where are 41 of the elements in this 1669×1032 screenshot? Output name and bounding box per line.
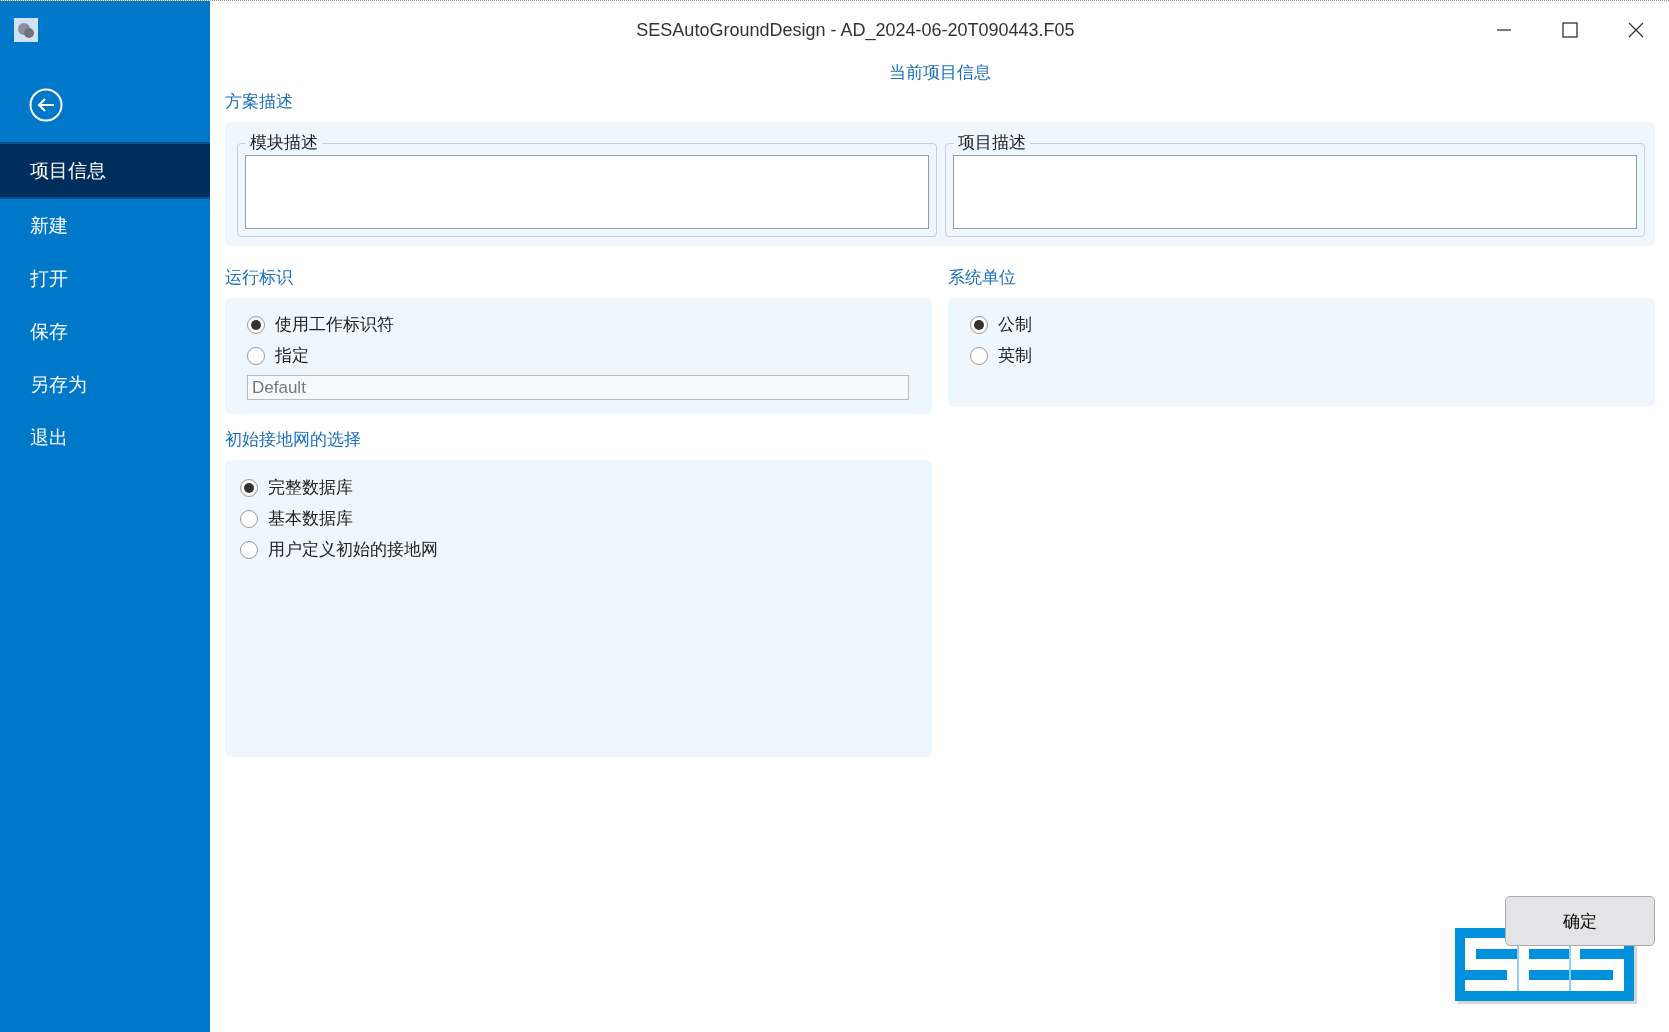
sidebar-item[interactable]: 项目信息: [0, 142, 210, 199]
radio-label: 完整数据库: [268, 477, 353, 499]
sidebar-item[interactable]: 退出: [0, 411, 210, 464]
radio-option[interactable]: 用户定义初始的接地网: [240, 538, 917, 561]
radio-button[interactable]: [240, 478, 258, 497]
radio-label: 英制: [998, 345, 1032, 367]
group-label: 模块描述: [246, 131, 322, 154]
sidebar-item[interactable]: 打开: [0, 252, 210, 305]
group-label: 项目描述: [954, 131, 1030, 154]
radio-option[interactable]: 完整数据库: [240, 476, 917, 499]
radio-option[interactable]: 基本数据库: [240, 507, 917, 530]
section-heading: 运行标识: [225, 267, 294, 289]
section-heading: 系统单位: [948, 267, 1017, 289]
radio-label: 公制: [998, 314, 1032, 336]
radio-label: 使用工作标识符: [275, 314, 394, 336]
sidebar-item[interactable]: 保存: [0, 305, 210, 358]
logo-icon: [1455, 928, 1637, 1004]
radio-label: 用户定义初始的接地网: [268, 539, 438, 561]
radio-option[interactable]: 公制: [970, 313, 1633, 336]
radio-option[interactable]: 英制: [970, 344, 1633, 367]
radio-button[interactable]: [970, 315, 988, 334]
radio-label: 基本数据库: [268, 508, 353, 530]
radio-button[interactable]: [240, 509, 258, 528]
sidebar-item[interactable]: 新建: [0, 199, 210, 252]
radio-label: 指定: [275, 345, 309, 367]
text-area[interactable]: [953, 155, 1637, 229]
radio-button[interactable]: [247, 315, 265, 334]
page-title: 当前项目信息: [888, 62, 992, 84]
back-icon[interactable]: [29, 88, 63, 122]
radio-button[interactable]: [240, 540, 258, 559]
text-area[interactable]: [245, 155, 929, 229]
radio-option[interactable]: 指定: [247, 344, 910, 367]
section-heading: 方案描述: [225, 91, 294, 113]
window-title: SESAutoGroundDesign - AD_2024-06-20T090443.F05: [635, 19, 1076, 41]
section-heading: 初始接地网的选择: [225, 429, 362, 451]
radio-option[interactable]: 使用工作标识符: [247, 313, 910, 336]
sidebar-item[interactable]: 另存为: [0, 358, 210, 411]
app-icon: [14, 18, 38, 42]
ok-button[interactable]: 确定: [1505, 896, 1655, 946]
radio-button[interactable]: [970, 346, 988, 365]
radio-button[interactable]: [247, 346, 265, 365]
